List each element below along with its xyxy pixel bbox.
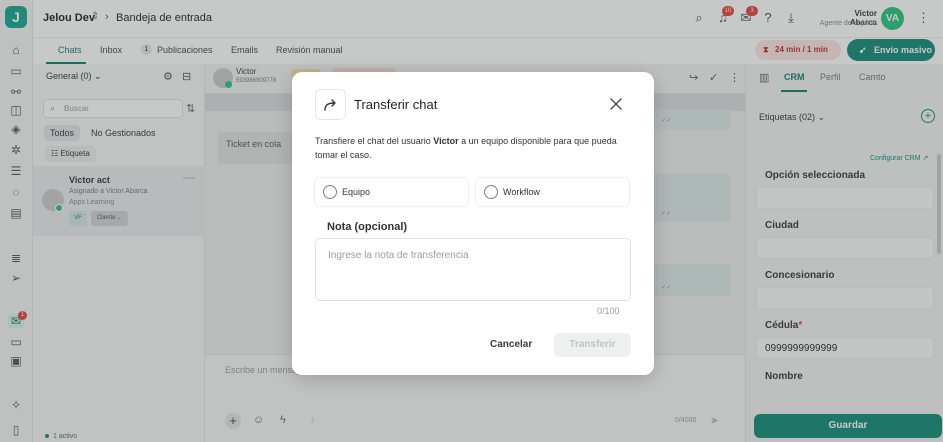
modal-title: Transferir chat	[354, 97, 438, 112]
modal-description: Transfiere el chat del usuario Victor a …	[315, 136, 617, 160]
transfer-button[interactable]: Transferir	[554, 333, 631, 357]
note-label: Nota (opcional)	[327, 221, 408, 233]
cancel-button[interactable]: Cancelar	[490, 339, 532, 350]
radio-workflow[interactable]	[484, 185, 498, 199]
radio-equipo[interactable]	[323, 185, 337, 199]
close-icon[interactable]	[608, 96, 624, 112]
option-workflow[interactable]: Workflow	[475, 177, 630, 207]
note-char-counter: 0/100	[597, 306, 620, 316]
option-equipo[interactable]: Equipo	[314, 177, 469, 207]
note-textarea[interactable]: Ingrese la nota de transferencia	[315, 238, 631, 301]
forward-arrow-icon	[315, 89, 346, 120]
user-name: Victor	[433, 136, 459, 146]
transfer-chat-modal: Transferir chat Transfiere el chat del u…	[292, 72, 654, 375]
